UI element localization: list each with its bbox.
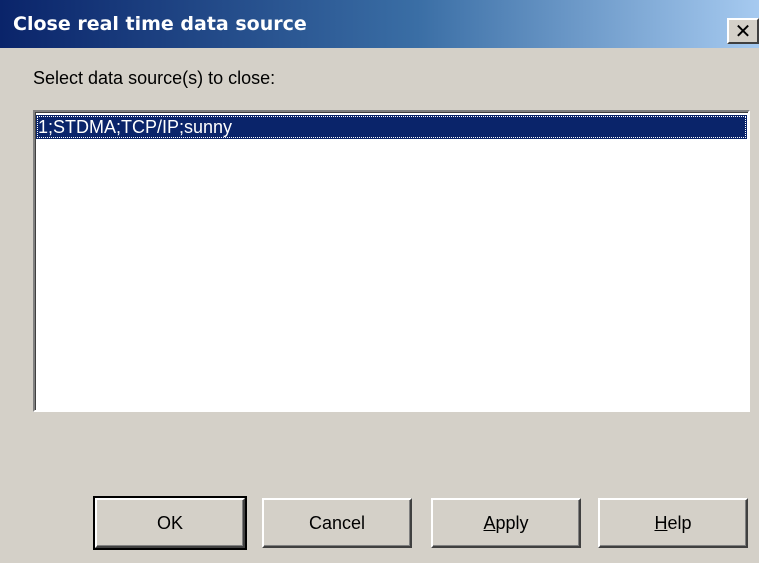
apply-label-rest: pply [495,512,529,533]
title-bar[interactable]: Close real time data source ✕ [0,0,759,48]
list-item[interactable]: 1;STDMA;TCP/IP;sunny [36,115,747,139]
help-label-rest: elp [667,512,692,533]
apply-mnemonic: A [483,512,496,533]
close-icon: ✕ [734,19,752,43]
help-button[interactable]: Help [598,498,748,548]
help-mnemonic: H [654,512,668,533]
ok-button-label: OK [156,512,183,533]
dialog-window: Close real time data source ✕ Select dat… [0,0,759,563]
close-button[interactable]: ✕ [727,18,759,44]
data-source-listbox[interactable]: 1;STDMA;TCP/IP;sunny [33,110,750,412]
prompt-label: Select data source(s) to close: [33,68,276,88]
cancel-button[interactable]: Cancel [262,498,412,548]
cancel-button-label: Cancel [308,512,366,533]
window-title: Close real time data source [13,13,307,35]
apply-button[interactable]: Apply [431,498,581,548]
apply-button-label: Apply [483,513,528,534]
ok-button[interactable]: OK [93,496,247,550]
help-button-label: Help [654,513,691,534]
